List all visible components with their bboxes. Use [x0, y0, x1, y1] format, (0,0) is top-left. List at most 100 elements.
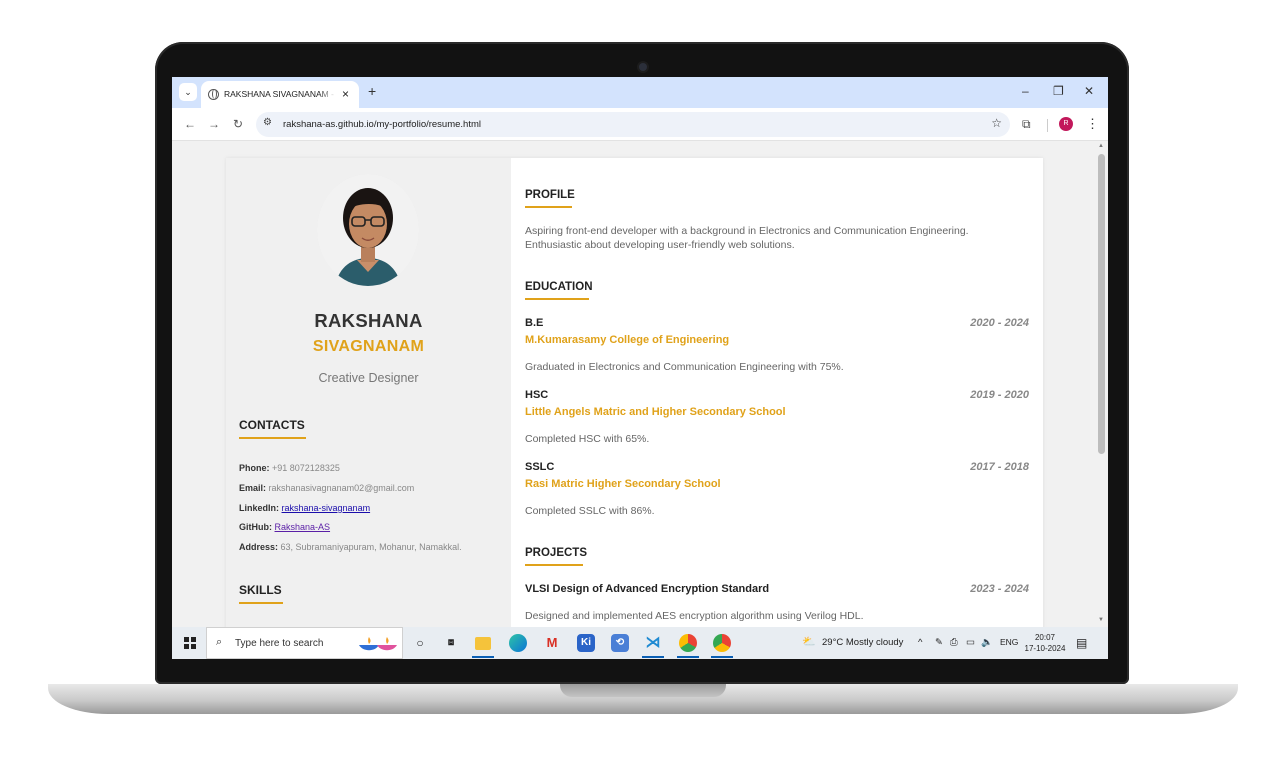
email-label: Email:	[239, 483, 267, 493]
profile-summary-line-1: Aspiring front-end developer with a back…	[525, 225, 969, 237]
clock-time: 20:07	[1034, 633, 1056, 642]
gmail-icon[interactable]: M	[543, 634, 561, 652]
contact-phone: Phone: +91 8072128325	[239, 463, 340, 473]
new-tab-button[interactable]: +	[368, 83, 376, 99]
clock[interactable]: 20:07 17-10-2024	[1023, 632, 1067, 654]
taskbar-search[interactable]: ⌕ Type here to search	[206, 627, 403, 659]
menu-kebab-icon[interactable]: ⋮	[1086, 116, 1099, 132]
notification-icon[interactable]: ▤	[1076, 636, 1087, 650]
education-degree: HSC	[525, 389, 549, 401]
contacts-underline	[239, 437, 306, 439]
education-years: 2020 - 2024	[970, 317, 1029, 329]
skills-underline	[239, 602, 283, 604]
extensions-icon[interactable]: ⧉	[1022, 117, 1031, 132]
browser-tab[interactable]: RAKSHANA SIVAGNANAM - Resume ×	[201, 81, 359, 108]
education-institution: Rasi Matric Higher Secondary School	[525, 478, 721, 490]
skills-heading: SKILLS	[239, 583, 282, 597]
toolbar-divider	[1047, 119, 1048, 132]
page-viewport: RAKSHANA SIVAGNANAM Creative Designer CO…	[172, 141, 1108, 627]
chevron-up-icon[interactable]: ^	[918, 637, 922, 648]
minimize-button[interactable]: –	[1022, 84, 1029, 98]
linkedin-label: LinkedIn:	[239, 503, 279, 513]
contact-address: Address: 63, Subramaniyapuram, Mohanur, …	[239, 542, 462, 552]
battery-icon[interactable]: ▭	[966, 637, 975, 648]
education-degree: SSLC	[525, 461, 555, 473]
reload-icon[interactable]: ↻	[233, 117, 243, 131]
scroll-down-icon[interactable]: ▼	[1098, 617, 1104, 623]
task-view-icon[interactable]: ⧈	[442, 634, 460, 652]
language-indicator[interactable]: ENG	[1000, 637, 1018, 647]
webcam	[639, 63, 647, 71]
chrome-canary-icon[interactable]	[679, 634, 697, 652]
education-institution: M.Kumarasamy College of Engineering	[525, 334, 730, 346]
clock-date: 17-10-2024	[1024, 644, 1066, 653]
profile-avatar[interactable]: R	[1059, 117, 1073, 131]
education-years: 2017 - 2018	[970, 461, 1029, 473]
last-name: SIVAGNANAM	[312, 338, 425, 355]
projects-heading: PROJECTS	[525, 547, 587, 559]
chrome-icon[interactable]	[713, 634, 731, 652]
tab-strip: ⌄ RAKSHANA SIVAGNANAM - Resume × + – ❐ ✕	[172, 77, 1108, 108]
globe-icon	[208, 89, 219, 100]
diya-icon	[359, 637, 397, 651]
education-detail: Completed SSLC with 86%.	[525, 505, 655, 517]
restore-button[interactable]: ❐	[1053, 84, 1064, 98]
education-years: 2019 - 2020	[970, 389, 1029, 401]
site-settings-icon[interactable]: ⚙	[263, 117, 272, 128]
profile-photo	[317, 174, 419, 286]
windows-start-icon[interactable]	[184, 637, 196, 649]
forward-arrow-icon[interactable]: →	[208, 117, 220, 131]
tab-search-button[interactable]: ⌄	[179, 83, 197, 101]
education-detail: Completed HSC with 65%.	[525, 433, 650, 445]
page-scrollbar[interactable]: ▲ ▼	[1095, 141, 1108, 627]
tab-close-icon[interactable]: ×	[342, 87, 349, 101]
education-degree: B.E	[525, 317, 544, 329]
close-window-button[interactable]: ✕	[1084, 84, 1094, 98]
vscode-icon[interactable]: ⋊	[644, 634, 662, 652]
cortana-icon[interactable]: ○	[411, 634, 429, 652]
address-label: Address:	[239, 542, 279, 552]
search-placeholder[interactable]: Type here to search	[235, 638, 323, 649]
address-bar[interactable]: ⚙ rakshana-as.github.io/my-portfolio/res…	[256, 112, 1010, 137]
contact-linkedin: LinkedIn: rakshana-sivagnanam	[239, 503, 370, 513]
file-explorer-icon[interactable]	[475, 637, 491, 650]
contacts-heading: CONTACTS	[239, 418, 305, 432]
education-underline	[525, 298, 589, 300]
meet-icon[interactable]: ⎙	[950, 637, 958, 648]
pen-icon[interactable]: ✎	[935, 637, 943, 648]
job-role: Creative Designer	[318, 371, 419, 385]
volume-icon[interactable]: 🔈	[981, 637, 993, 648]
screen: ⌄ RAKSHANA SIVAGNANAM - Resume × + – ❐ ✕…	[172, 77, 1108, 659]
app-icon[interactable]: ⟲	[611, 634, 629, 652]
weather-text[interactable]: 29°C Mostly cloudy	[822, 637, 903, 648]
profile-summary-line-2: Enthusiastic about developing user-frien…	[525, 239, 795, 251]
bookmark-star-icon[interactable]: ☆	[991, 116, 1002, 130]
first-name: RAKSHANA	[314, 310, 423, 331]
github-label: GitHub:	[239, 522, 272, 532]
back-arrow-icon[interactable]: ←	[184, 117, 196, 131]
edge-icon[interactable]	[509, 634, 527, 652]
chevron-down-icon: ⌄	[184, 87, 192, 97]
active-indicator	[472, 656, 494, 658]
contact-email: Email: rakshanasivagnanam02@gmail.com	[239, 483, 414, 493]
phone-value: +91 8072128325	[272, 463, 340, 473]
project-detail: Designed and implemented AES encryption …	[525, 610, 864, 622]
education-institution: Little Angels Matric and Higher Secondar…	[525, 406, 786, 418]
projects-underline	[525, 564, 583, 566]
search-icon: ⌕	[216, 636, 223, 648]
education-detail: Graduated in Electronics and Communicati…	[525, 361, 844, 373]
project-title: VLSI Design of Advanced Encryption Stand…	[525, 583, 770, 595]
linkedin-link[interactable]: rakshana-sivagnanam	[282, 503, 371, 513]
active-indicator	[677, 656, 699, 658]
github-link[interactable]: Rakshana-AS	[275, 522, 331, 532]
laptop-notch	[560, 684, 726, 697]
weather-icon[interactable]: ⛅	[802, 635, 816, 648]
phone-label: Phone:	[239, 463, 270, 473]
scroll-thumb[interactable]	[1098, 154, 1105, 454]
browser-toolbar: ← → ↻ ⚙ rakshana-as.github.io/my-portfol…	[172, 108, 1108, 141]
kite-icon[interactable]: Ki	[577, 634, 595, 652]
address-value: 63, Subramaniyapuram, Mohanur, Namakkal.	[280, 542, 462, 552]
scroll-up-icon[interactable]: ▲	[1098, 143, 1104, 149]
url-text[interactable]: rakshana-as.github.io/my-portfolio/resum…	[283, 119, 481, 130]
email-value: rakshanasivagnanam02@gmail.com	[268, 483, 415, 493]
